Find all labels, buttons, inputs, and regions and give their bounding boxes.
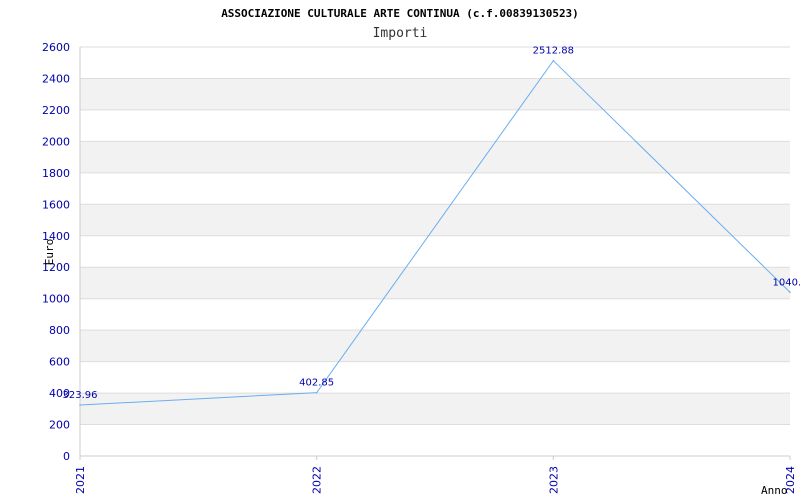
data-label: 2512.88	[533, 46, 574, 57]
plot-band	[80, 267, 790, 299]
plot-band	[80, 330, 790, 362]
x-axis-label: Anno	[761, 484, 788, 497]
y-tick-label: 800	[49, 324, 70, 337]
y-tick-label: 1600	[42, 198, 70, 211]
y-tick-label: 1000	[42, 293, 70, 306]
x-tick-label: 2023	[547, 466, 560, 494]
plot-bands	[80, 78, 790, 425]
y-tick-label: 2600	[42, 41, 70, 54]
data-label: 402.85	[299, 378, 334, 389]
x-tick-labels: 2021 2022 2023 2024	[74, 466, 797, 494]
y-tick-label: 0	[63, 450, 70, 463]
line-chart: 0200400600800100012001400160018002000220…	[42, 7, 800, 497]
x-tick-label: 2021	[74, 466, 87, 494]
plot-band	[80, 393, 790, 425]
data-point	[315, 391, 318, 394]
y-axis-label: Euro	[43, 239, 56, 266]
data-label: 323.96	[63, 390, 98, 401]
chart-subtitle: Importi	[373, 26, 428, 41]
data-point	[552, 59, 555, 62]
y-tick-label: 1800	[42, 167, 70, 180]
data-point	[79, 404, 81, 406]
y-tick-label: 2200	[42, 104, 70, 117]
plot-band	[80, 141, 790, 173]
data-point	[789, 291, 791, 294]
x-tick-label: 2022	[311, 466, 324, 494]
chart-title: ASSOCIAZIONE CULTURALE ARTE CONTINUA (c.…	[221, 7, 579, 20]
plot-band	[80, 204, 790, 236]
y-tick-label: 200	[49, 419, 70, 432]
data-label: 1040.7	[773, 277, 800, 288]
plot-band	[80, 78, 790, 110]
y-tick-label: 600	[49, 356, 70, 369]
y-tick-label: 2000	[42, 135, 70, 148]
y-tick-label: 2400	[42, 72, 70, 85]
